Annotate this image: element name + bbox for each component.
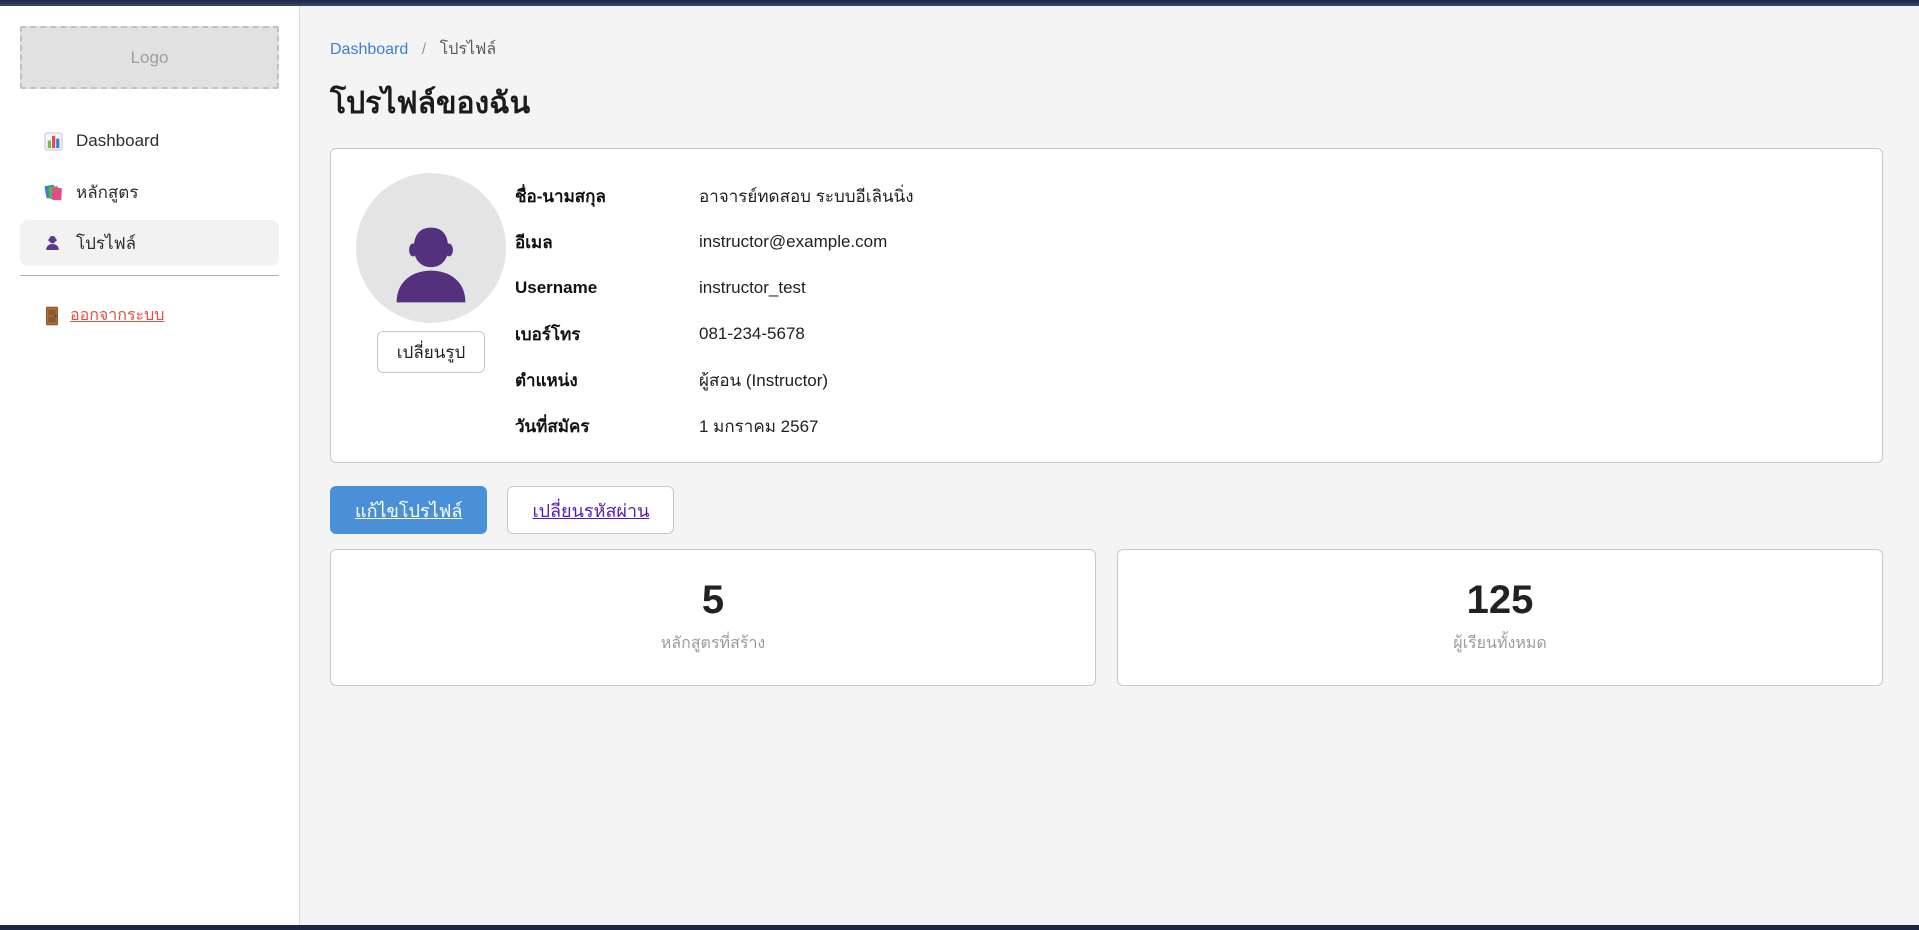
books-icon bbox=[44, 183, 63, 202]
window-bottom-bar bbox=[0, 925, 1919, 930]
main-content: Dashboard / โปรไฟล์ โปรไฟล์ของฉัน เปลี่ย… bbox=[300, 6, 1919, 925]
page-title: โปรไฟล์ของฉัน bbox=[330, 82, 1883, 126]
sidebar-divider bbox=[20, 275, 279, 276]
profile-field-row: ชื่อ-นามสกุล อาจารย์ทดสอบ ระบบอีเลินนิ่ง bbox=[515, 173, 1852, 219]
breadcrumb-separator: / bbox=[422, 41, 426, 58]
field-value-position: ผู้สอน (Instructor) bbox=[699, 367, 828, 394]
field-label-username: Username bbox=[515, 278, 699, 298]
sidebar-item-courses[interactable]: หลักสูตร bbox=[20, 169, 279, 215]
door-icon bbox=[44, 306, 60, 326]
field-value-email: instructor@example.com bbox=[699, 232, 887, 252]
sidebar: Logo Dashboard bbox=[0, 6, 300, 925]
stat-value-courses: 5 bbox=[702, 579, 724, 621]
stat-card-learners: 125 ผู้เรียนทั้งหมด bbox=[1117, 549, 1883, 686]
stat-value-learners: 125 bbox=[1467, 579, 1534, 621]
stats-row: 5 หลักสูตรที่สร้าง 125 ผู้เรียนทั้งหมด bbox=[330, 549, 1883, 686]
avatar bbox=[356, 173, 506, 323]
field-label-name: ชื่อ-นามสกุล bbox=[515, 183, 699, 210]
logo-placeholder: Logo bbox=[20, 26, 279, 89]
sidebar-item-label: Dashboard bbox=[76, 131, 159, 151]
field-label-email: อีเมล bbox=[515, 229, 699, 256]
change-photo-button[interactable]: เปลี่ยนรูป bbox=[377, 331, 485, 373]
change-password-button[interactable]: เปลี่ยนรหัสผ่าน bbox=[507, 486, 674, 534]
person-silhouette-icon bbox=[388, 219, 474, 305]
field-value-register-date: 1 มกราคม 2567 bbox=[699, 413, 818, 440]
sidebar-item-label: โปรไฟล์ bbox=[76, 230, 136, 257]
sidebar-item-profile[interactable]: โปรไฟล์ bbox=[20, 220, 279, 266]
app-frame: Logo Dashboard bbox=[0, 6, 1919, 925]
logo-text: Logo bbox=[131, 48, 169, 68]
field-value-username: instructor_test bbox=[699, 278, 806, 298]
profile-field-row: Username instructor_test bbox=[515, 265, 1852, 311]
logout-label: ออกจากระบบ bbox=[70, 303, 164, 328]
stat-label-courses: หลักสูตรที่สร้าง bbox=[661, 631, 766, 656]
breadcrumb: Dashboard / โปรไฟล์ bbox=[330, 40, 1883, 60]
sidebar-item-label: หลักสูตร bbox=[76, 179, 138, 206]
avatar-column: เปลี่ยนรูป bbox=[356, 173, 506, 447]
stat-label-learners: ผู้เรียนทั้งหมด bbox=[1453, 631, 1547, 656]
bar-chart-icon bbox=[44, 132, 63, 151]
sidebar-nav: Dashboard หลักสูตร bbox=[20, 118, 279, 266]
profile-card: เปลี่ยนรูป ชื่อ-นามสกุล อาจารย์ทดสอบ ระบ… bbox=[330, 148, 1883, 463]
person-icon bbox=[44, 234, 63, 253]
profile-field-row: ตำแหน่ง ผู้สอน (Instructor) bbox=[515, 357, 1852, 403]
breadcrumb-current: โปรไฟล์ bbox=[440, 41, 497, 58]
profile-field-row: อีเมล instructor@example.com bbox=[515, 219, 1852, 265]
breadcrumb-dashboard-link[interactable]: Dashboard bbox=[330, 41, 408, 58]
action-buttons: แก้ไขโปรไฟล์ เปลี่ยนรหัสผ่าน bbox=[330, 486, 1883, 534]
edit-profile-button[interactable]: แก้ไขโปรไฟล์ bbox=[330, 486, 487, 534]
profile-field-row: เบอร์โทร 081-234-5678 bbox=[515, 311, 1852, 357]
profile-field-row: วันที่สมัคร 1 มกราคม 2567 bbox=[515, 403, 1852, 449]
field-label-position: ตำแหน่ง bbox=[515, 367, 699, 394]
field-label-phone: เบอร์โทร bbox=[515, 321, 699, 348]
field-value-name: อาจารย์ทดสอบ ระบบอีเลินนิ่ง bbox=[699, 183, 914, 210]
field-label-register-date: วันที่สมัคร bbox=[515, 413, 699, 440]
profile-details: ชื่อ-นามสกุล อาจารย์ทดสอบ ระบบอีเลินนิ่ง… bbox=[515, 173, 1852, 447]
sidebar-item-dashboard[interactable]: Dashboard bbox=[20, 118, 279, 164]
logout-link[interactable]: ออกจากระบบ bbox=[44, 303, 164, 328]
field-value-phone: 081-234-5678 bbox=[699, 324, 805, 344]
stat-card-courses: 5 หลักสูตรที่สร้าง bbox=[330, 549, 1096, 686]
